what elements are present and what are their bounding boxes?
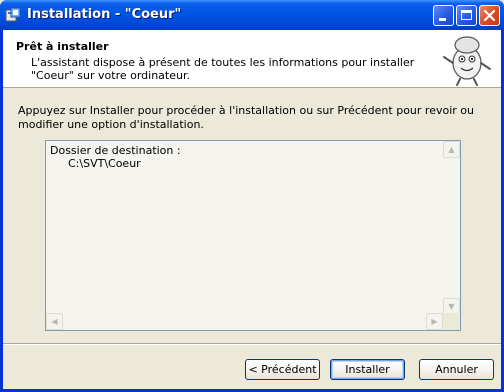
footer-divider [3,343,501,345]
scroll-right-button[interactable]: ▶ [426,313,443,330]
close-icon [483,9,496,22]
setup-app-icon [5,7,21,22]
chevron-up-icon: ▲ [448,145,455,154]
chevron-down-icon: ▼ [448,302,455,311]
wizard-mascot-icon [443,36,491,86]
title-bar[interactable]: Installation - "Coeur" [0,0,504,30]
minimize-icon [439,18,446,21]
scroll-up-button[interactable]: ▲ [443,141,460,158]
chevron-right-icon: ▶ [431,317,438,326]
horizontal-scrollbar[interactable]: ◀ ▶ [46,313,443,330]
maximize-button[interactable] [456,5,477,26]
install-button[interactable]: Installer [330,359,405,380]
summary-memo[interactable]: Dossier de destination : C:\SVT\Coeur ▲ … [45,140,461,331]
page-title: Prêt à installer [16,40,109,53]
vertical-scrollbar[interactable]: ▲ ▼ [443,141,460,315]
scroll-left-button[interactable]: ◀ [46,313,63,330]
maximize-icon [461,10,472,20]
wizard-header: Prêt à installer L'assistant dispose à p… [3,30,501,88]
destination-label: Dossier de destination : [50,144,181,157]
minimize-button[interactable] [433,5,454,26]
window-title: Installation - "Coeur" [27,7,182,22]
scrollbar-corner [443,313,460,330]
back-button[interactable]: < Précédent [245,359,320,380]
intro-text: Appuyez sur Installer pour procéder à l'… [18,104,474,131]
page-subtitle: L'assistant dispose à présent de toutes … [31,56,415,82]
close-button[interactable] [479,5,500,26]
dialog-client-area: Prêt à installer L'assistant dispose à p… [3,30,501,389]
destination-path: C:\SVT\Coeur [68,157,141,170]
cancel-button[interactable]: Annuler [419,359,494,380]
installer-window: Installation - "Coeur" Prêt à installer … [0,0,504,392]
chevron-left-icon: ◀ [51,317,58,326]
